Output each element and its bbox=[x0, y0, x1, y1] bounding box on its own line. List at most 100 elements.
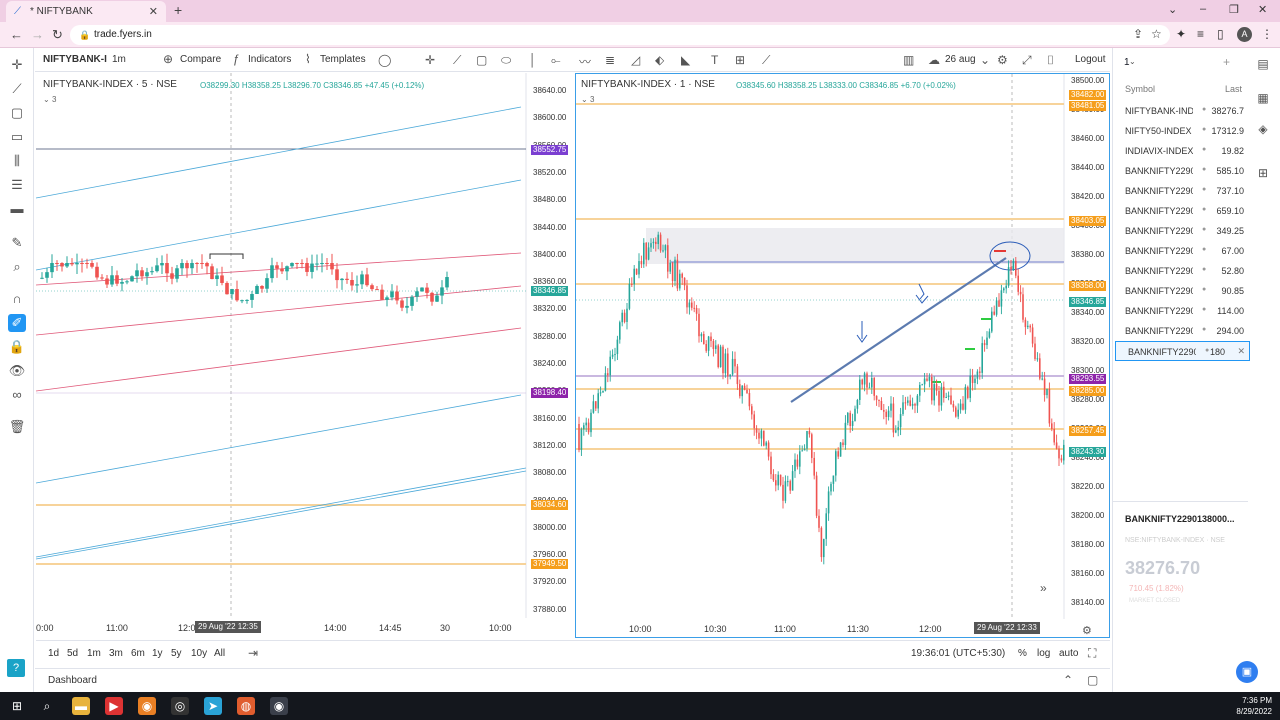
chevron-up-icon[interactable]: ⌃ bbox=[1063, 673, 1073, 687]
restore-icon[interactable]: ❐ bbox=[1229, 3, 1239, 16]
camera-icon[interactable]: ⌷ bbox=[1047, 53, 1054, 68]
extensions-icon[interactable]: ✦ bbox=[1176, 27, 1186, 41]
right-chart-canvas[interactable]: »⚙ bbox=[576, 74, 1109, 637]
layout-icon[interactable]: ▥ bbox=[903, 53, 914, 67]
eye-icon[interactable]: 👁 bbox=[8, 362, 26, 380]
data-window-icon[interactable]: ⊞ bbox=[1256, 166, 1270, 180]
watchlist-row[interactable]: BANKNIFTY2290 ● 294.00 bbox=[1113, 321, 1248, 341]
timeframe-5d[interactable]: 5d bbox=[67, 648, 78, 659]
fullscreen-icon[interactable]: ⤢ bbox=[1022, 53, 1032, 68]
pattern-icon[interactable]: ⬖ bbox=[655, 53, 664, 67]
ellipse-tool-icon[interactable]: ⬭ bbox=[501, 53, 511, 68]
back-icon[interactable]: ← bbox=[10, 27, 23, 42]
ray-icon[interactable]: ⟜ bbox=[551, 53, 561, 68]
timeframe-1y[interactable]: 1y bbox=[152, 648, 163, 659]
recorder-icon[interactable]: ◎ bbox=[171, 697, 189, 715]
help-icon[interactable]: ? bbox=[7, 659, 25, 677]
compare-button[interactable]: Compare bbox=[180, 54, 221, 65]
timeframe-3m[interactable]: 3m bbox=[109, 648, 123, 659]
callout-icon[interactable]: ▭ bbox=[8, 128, 26, 146]
close-tab-icon[interactable]: ✕ bbox=[149, 5, 158, 18]
log-toggle[interactable]: log bbox=[1037, 648, 1050, 659]
timeframe-6m[interactable]: 6m bbox=[131, 648, 145, 659]
watchlist-row[interactable]: BANKNIFTY2290 ● 349.25 bbox=[1113, 221, 1248, 241]
lock-drawing-icon[interactable]: 🔒 bbox=[8, 338, 26, 356]
watchlist-row[interactable]: NIFTY50-INDEX ● 17312.9 bbox=[1113, 121, 1248, 141]
timeframe-5y[interactable]: 5y bbox=[171, 648, 182, 659]
highlighter-icon[interactable]: ✐ bbox=[8, 314, 26, 332]
crosshair-icon[interactable]: ✛ bbox=[8, 56, 26, 74]
app-icon[interactable]: ◉ bbox=[138, 697, 156, 715]
watchlist-row[interactable]: BANKNIFTY2290 ● 659.10 bbox=[1113, 201, 1248, 221]
url-input[interactable]: 🔒 trade.fyers.in bbox=[70, 25, 1170, 45]
add-symbol-icon[interactable]: + bbox=[1223, 55, 1230, 69]
symbol-search[interactable]: NIFTYBANK-I bbox=[43, 54, 107, 65]
forward-icon[interactable]: → bbox=[31, 27, 44, 42]
timeframe-1d[interactable]: 1d bbox=[48, 648, 59, 659]
magnet-icon[interactable]: ∩ bbox=[8, 290, 26, 308]
timeframe-all[interactable]: All bbox=[214, 648, 225, 659]
dashboard-tab[interactable]: Dashboard bbox=[48, 675, 97, 686]
fullscreen-icon[interactable]: ⛶ bbox=[1088, 646, 1096, 661]
trend-line-icon[interactable]: ⟋ bbox=[8, 80, 26, 98]
fib-tool-icon[interactable]: ◿ bbox=[631, 53, 640, 67]
date-range-icon[interactable]: ⇥ bbox=[248, 646, 258, 660]
watchlist-row[interactable]: BANKNIFTY2290 ● 52.80 bbox=[1113, 261, 1248, 281]
percent-toggle[interactable]: % bbox=[1018, 648, 1027, 659]
line-tool-icon[interactable]: ⟋ bbox=[453, 53, 461, 68]
search-icon[interactable]: ⌕ bbox=[38, 697, 56, 715]
projection-icon[interactable]: ◣ bbox=[681, 53, 690, 67]
vertical-line-icon[interactable]: │ bbox=[529, 53, 537, 67]
brush-icon[interactable]: ✎ bbox=[8, 234, 26, 252]
cloud-icon[interactable]: ☁ bbox=[928, 53, 940, 67]
rectangle-tool-icon[interactable]: ▢ bbox=[476, 53, 487, 67]
watchlist-icon[interactable]: ▤ bbox=[1256, 57, 1270, 71]
chat-icon[interactable]: ▣ bbox=[1236, 661, 1258, 683]
windows-start-icon[interactable]: ⊞ bbox=[8, 697, 26, 715]
reading-list-icon[interactable]: ≡ bbox=[1197, 27, 1204, 41]
watchlist-row[interactable]: BANKNIFTY2290 ● 585.10 bbox=[1113, 161, 1248, 181]
new-tab-icon[interactable]: + bbox=[174, 2, 182, 18]
close-window-icon[interactable]: ✕ bbox=[1258, 3, 1267, 16]
rectangle-icon[interactable]: ▢ bbox=[8, 104, 26, 122]
reload-icon[interactable]: ↻ bbox=[52, 27, 63, 43]
ruler-icon[interactable]: ⟋ bbox=[762, 53, 770, 68]
settings-icon[interactable]: ⚙ bbox=[997, 53, 1008, 67]
chevron-down-icon[interactable]: ⌄ bbox=[1168, 3, 1177, 16]
brush-tool-icon[interactable]: 〰 bbox=[579, 53, 591, 70]
share-icon[interactable]: ⇪ bbox=[1133, 27, 1143, 41]
auto-toggle[interactable]: auto bbox=[1059, 648, 1078, 659]
alerts-icon[interactable]: ▦ bbox=[1256, 91, 1270, 105]
chevron-down-icon[interactable]: ⌄ bbox=[1129, 57, 1136, 66]
watchlist-row[interactable]: BANKNIFTY2290 ● 737.10 bbox=[1113, 181, 1248, 201]
measure-icon[interactable]: ⊞ bbox=[735, 53, 745, 67]
watchlist-row[interactable]: BANKNIFTY2290 ● 114.00 bbox=[1113, 301, 1248, 321]
link-icon[interactable]: ∞ bbox=[8, 386, 26, 404]
column-last[interactable]: Last bbox=[1225, 84, 1242, 94]
remove-symbol-icon[interactable]: ✕ bbox=[1237, 346, 1245, 357]
firefox-icon[interactable]: ◍ bbox=[237, 697, 255, 715]
text-tool-icon[interactable]: T bbox=[711, 53, 718, 67]
watchlist-row[interactable]: NIFTYBANK-INDEX ● 38276.7 bbox=[1113, 101, 1248, 121]
interval-selector[interactable]: 1m bbox=[112, 54, 126, 65]
browser-tab[interactable]: ⟋ * NIFTYBANK ✕ bbox=[6, 1, 166, 22]
circle-icon[interactable]: ◯ bbox=[378, 53, 391, 67]
media-app-icon[interactable]: ▶ bbox=[105, 697, 123, 715]
pitchfork-icon[interactable]: ⫼ bbox=[8, 152, 26, 170]
chevron-down-icon[interactable]: ⌄ bbox=[980, 53, 990, 67]
watchlist-row[interactable]: INDIAVIX-INDEX ● 19.82 bbox=[1113, 141, 1248, 161]
bookmark-star-icon[interactable]: ☆ bbox=[1151, 27, 1162, 41]
left-chart-pane[interactable]: NIFTYBANK-INDEX · 5 · NSE O38299.30 H383… bbox=[36, 73, 576, 638]
telegram-icon[interactable]: ➤ bbox=[204, 697, 222, 715]
chrome-icon[interactable]: ◉ bbox=[270, 697, 288, 715]
templates-button[interactable]: Templates bbox=[320, 54, 366, 65]
trash-icon[interactable]: 🗑 bbox=[8, 418, 26, 436]
fib-icon[interactable]: ☰ bbox=[8, 176, 26, 194]
side-panel-icon[interactable]: ▯ bbox=[1217, 27, 1224, 41]
indicators-button[interactable]: Indicators bbox=[248, 54, 291, 65]
logout-button[interactable]: Logout bbox=[1075, 54, 1106, 65]
file-explorer-icon[interactable]: ▬ bbox=[72, 697, 90, 715]
crosshair-tool-icon[interactable]: ✛ bbox=[425, 53, 435, 67]
zoom-icon[interactable]: ⌕ bbox=[8, 258, 26, 276]
layers-icon[interactable]: ◈ bbox=[1256, 122, 1270, 136]
